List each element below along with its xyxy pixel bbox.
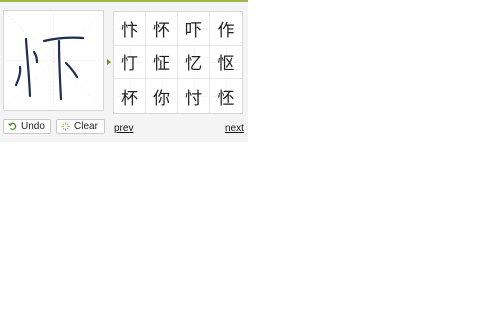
candidate-char: 忆: [185, 54, 202, 75]
candidate-cell[interactable]: 忆: [178, 45, 210, 80]
candidate-char: 怀: [153, 20, 170, 41]
ink-stroke: [42, 36, 85, 43]
candidate-cell[interactable]: 怀: [146, 12, 178, 46]
ink-stroke: [64, 61, 79, 79]
candidate-char: 忭: [121, 20, 138, 41]
undo-button[interactable]: Undo: [3, 119, 51, 134]
next-link[interactable]: next: [225, 123, 244, 134]
candidate-cell[interactable]: 杯: [114, 79, 146, 113]
candidate-cell[interactable]: 怌: [210, 79, 242, 113]
candidate-cell[interactable]: 怄: [210, 46, 242, 80]
candidate-cell[interactable]: 作: [210, 12, 242, 46]
prev-link[interactable]: prev: [114, 123, 133, 134]
undo-label: Undo: [21, 121, 45, 132]
candidate-char: 怌: [217, 88, 235, 109]
candidate-char: 杯: [121, 88, 138, 109]
candidate-cell[interactable]: 怔: [146, 45, 178, 80]
clear-label: Clear: [74, 121, 98, 132]
ink-stroke: [14, 65, 22, 87]
candidate-grid: 忭 怀 吓 作 忊 怔 忆 怄 杯 你 忖 怌: [113, 11, 243, 114]
candidate-cell[interactable]: 忊: [114, 45, 146, 80]
candidate-char: 怔: [153, 54, 170, 75]
handwriting-input-page: 忭 怀 吓 作 忊 怔 忆 怄 杯 你 忖 怌 Undo Clear prev …: [0, 0, 500, 313]
candidate-cell[interactable]: 忖: [178, 79, 210, 113]
candidate-cell[interactable]: 你: [146, 79, 178, 113]
candidate-char: 作: [217, 20, 235, 41]
handwritten-strokes: [14, 36, 85, 101]
ink-stroke: [57, 39, 63, 101]
drawing-guides-and-strokes: [5, 12, 102, 109]
candidate-char: 你: [153, 88, 170, 109]
candidate-char: 怄: [217, 54, 235, 75]
candidate-char: 忖: [185, 88, 202, 109]
candidate-char: 忊: [121, 54, 138, 75]
drawing-canvas[interactable]: [3, 10, 104, 111]
candidate-cell[interactable]: 忭: [114, 12, 146, 46]
handwriting-widget: 忭 怀 吓 作 忊 怔 忆 怄 杯 你 忖 怌 Undo Clear prev …: [0, 0, 248, 142]
clear-icon: [61, 122, 70, 131]
candidate-char: 吓: [185, 20, 202, 41]
result-arrow-icon: [107, 59, 111, 65]
undo-icon: [8, 122, 17, 131]
clear-button[interactable]: Clear: [56, 119, 105, 134]
candidate-cell[interactable]: 吓: [178, 12, 210, 46]
